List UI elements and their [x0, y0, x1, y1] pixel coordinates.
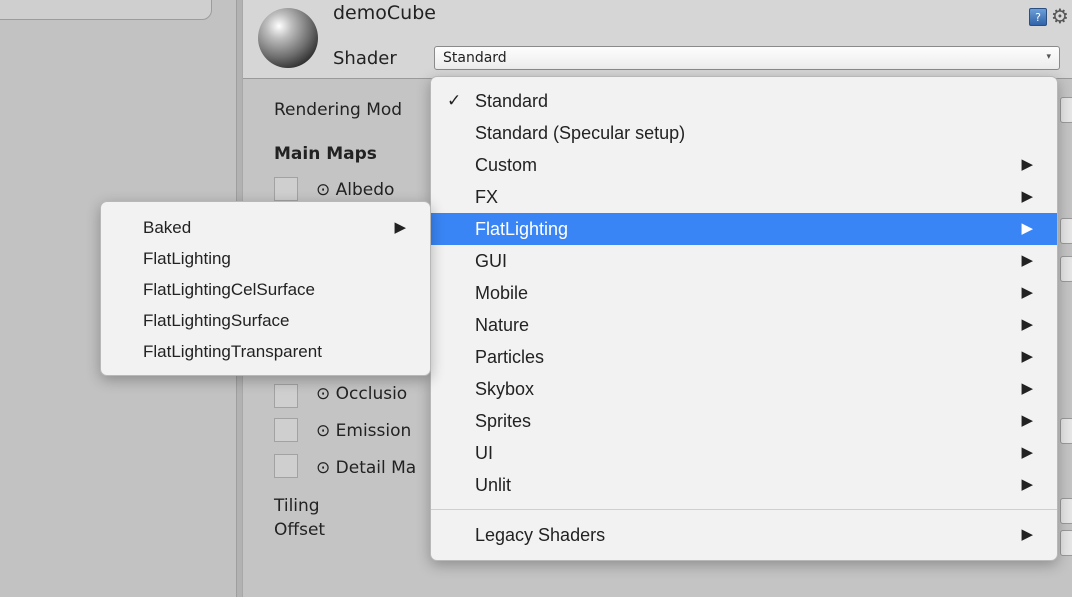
- menu-item-gui[interactable]: GUI ▶: [431, 245, 1057, 277]
- menu-item-particles[interactable]: Particles ▶: [431, 341, 1057, 373]
- shader-menu: ✓ Standard Standard (Specular setup) Cus…: [430, 76, 1058, 561]
- chevron-right-icon: ▶: [1021, 188, 1033, 205]
- shader-label: Shader: [333, 48, 397, 69]
- chevron-down-icon: ▾: [1046, 52, 1051, 62]
- menu-item-skybox[interactable]: Skybox ▶: [431, 373, 1057, 405]
- submenu-item-flatlighting-transparent[interactable]: FlatLightingTransparent: [101, 336, 430, 367]
- menu-item-label: Particles: [475, 347, 545, 367]
- menu-item-label: Unlit: [475, 475, 512, 495]
- rendering-mode-field[interactable]: [1060, 97, 1072, 123]
- menu-item-label: Baked: [143, 218, 192, 237]
- submenu-item-flatlighting-surface[interactable]: FlatLightingSurface: [101, 305, 430, 336]
- main-maps-heading: Main Maps: [274, 144, 377, 164]
- occlusion-texture-slot[interactable]: [274, 384, 298, 408]
- chevron-right-icon: ▶: [1021, 220, 1033, 237]
- albedo-texture-slot[interactable]: [274, 177, 298, 201]
- menu-item-nature[interactable]: Nature ▶: [431, 309, 1057, 341]
- menu-item-label: FlatLighting: [475, 219, 569, 239]
- emission-texture-slot[interactable]: [274, 418, 298, 442]
- submenu-item-baked[interactable]: Baked ▶: [101, 212, 430, 243]
- metallic-field[interactable]: [1060, 256, 1072, 282]
- menu-item-label: Custom: [475, 155, 538, 175]
- menu-item-legacy-shaders[interactable]: Legacy Shaders ▶: [431, 519, 1057, 551]
- menu-item-label: GUI: [475, 251, 508, 271]
- chevron-right-icon: ▶: [1021, 380, 1033, 397]
- menu-item-label: Mobile: [475, 283, 529, 303]
- material-preview-sphere: [258, 8, 318, 68]
- chevron-right-icon: ▶: [1021, 476, 1033, 493]
- chevron-right-icon: ▶: [394, 219, 406, 236]
- menu-item-label: FlatLightingCelSurface: [143, 280, 315, 299]
- menu-item-custom[interactable]: Custom ▶: [431, 149, 1057, 181]
- menu-item-label: Sprites: [475, 411, 532, 431]
- menu-item-label: FlatLighting: [143, 249, 231, 268]
- object-name: demoCube: [333, 2, 436, 24]
- menu-item-label: FlatLightingTransparent: [143, 342, 322, 361]
- gear-icon[interactable]: ⚙: [1051, 4, 1069, 28]
- chevron-right-icon: ▶: [1021, 284, 1033, 301]
- chevron-right-icon: ▶: [1021, 316, 1033, 333]
- albedo-color-field[interactable]: [1060, 218, 1072, 244]
- chevron-right-icon: ▶: [1021, 156, 1033, 173]
- tiling-label: Tiling: [274, 496, 320, 516]
- flatlighting-submenu: Baked ▶ FlatLighting FlatLightingCelSurf…: [100, 201, 431, 376]
- menu-item-label: FX: [475, 187, 499, 207]
- menu-separator: [431, 509, 1057, 510]
- menu-item-label: Legacy Shaders: [475, 525, 606, 545]
- menu-item-standard-specular[interactable]: Standard (Specular setup): [431, 117, 1057, 149]
- detail-mask-label: ⊙ Detail Ma: [316, 458, 417, 478]
- chevron-right-icon: ▶: [1021, 526, 1033, 543]
- emission-color-field[interactable]: [1060, 418, 1072, 444]
- chevron-right-icon: ▶: [1021, 348, 1033, 365]
- menu-item-ui[interactable]: UI ▶: [431, 437, 1057, 469]
- search-field[interactable]: [0, 0, 212, 20]
- menu-item-sprites[interactable]: Sprites ▶: [431, 405, 1057, 437]
- tiling-field[interactable]: [1060, 498, 1072, 524]
- menu-item-unlit[interactable]: Unlit ▶: [431, 469, 1057, 501]
- emission-label: ⊙ Emission: [316, 421, 412, 441]
- chevron-right-icon: ▶: [1021, 444, 1033, 461]
- chevron-right-icon: ▶: [1021, 412, 1033, 429]
- albedo-label: ⊙ Albedo: [316, 180, 395, 200]
- occlusion-label: ⊙ Occlusio: [316, 384, 408, 404]
- detail-mask-texture-slot[interactable]: [274, 454, 298, 478]
- menu-item-label: Standard (Specular setup): [475, 123, 686, 143]
- checkmark-icon: ✓: [447, 91, 462, 110]
- menu-item-mobile[interactable]: Mobile ▶: [431, 277, 1057, 309]
- help-book-icon[interactable]: ?: [1029, 8, 1047, 26]
- menu-item-label: Nature: [475, 315, 530, 335]
- shader-dropdown-value: Standard: [443, 50, 507, 66]
- menu-item-fx[interactable]: FX ▶: [431, 181, 1057, 213]
- offset-field[interactable]: [1060, 530, 1072, 556]
- menu-item-standard[interactable]: ✓ Standard: [431, 85, 1057, 117]
- menu-item-flatlighting[interactable]: FlatLighting ▶: [431, 213, 1057, 245]
- shader-dropdown[interactable]: Standard ▾: [434, 46, 1060, 70]
- chevron-right-icon: ▶: [1021, 252, 1033, 269]
- menu-item-label: FlatLightingSurface: [143, 311, 290, 330]
- menu-item-label: Skybox: [475, 379, 535, 399]
- offset-label: Offset: [274, 520, 326, 540]
- menu-item-label: UI: [475, 443, 493, 463]
- submenu-item-flatlighting-celsurface[interactable]: FlatLightingCelSurface: [101, 274, 430, 305]
- menu-item-label: Standard: [475, 91, 549, 111]
- submenu-item-flatlighting[interactable]: FlatLighting: [101, 243, 430, 274]
- rendering-mode-label: Rendering Mod: [274, 100, 403, 120]
